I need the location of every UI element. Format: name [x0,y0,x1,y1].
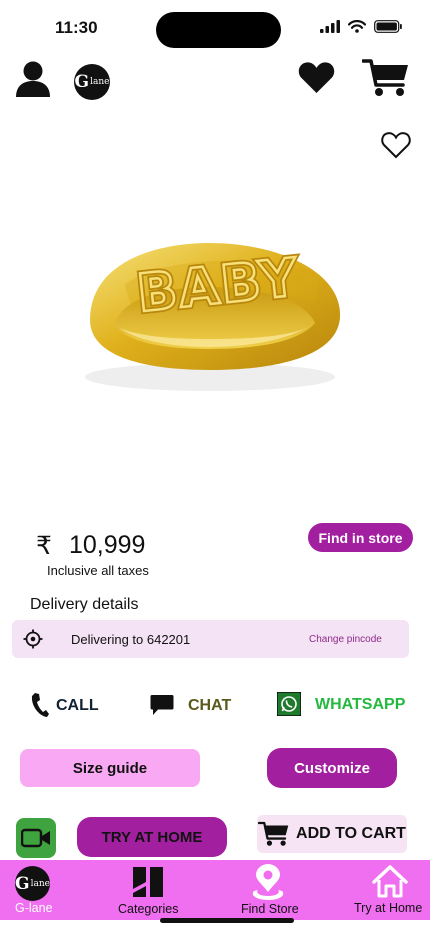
whatsapp-button[interactable]: WHATSAPP [277,692,417,718]
cart-icon [258,821,289,846]
status-icons [320,20,402,33]
call-button[interactable]: CALL [30,690,110,720]
wifi-icon [348,20,366,33]
nav-label-g-lane: G-lane [15,901,53,915]
chat-label: CHAT [188,697,232,714]
nav-item-categories[interactable]: Categories [108,860,193,920]
phone-icon [31,693,49,717]
user-icon [16,61,50,97]
nav-item-g-lane[interactable]: Glane G-lane [0,860,70,920]
add-to-cart-label: ADD TO CART [296,825,406,842]
whatsapp-label: WHATSAPP [315,696,406,713]
size-guide-button[interactable]: Size guide [20,749,200,787]
profile-button[interactable] [15,60,51,103]
whatsapp-icon [277,692,301,716]
brand-logo[interactable]: Glane [74,64,110,100]
signal-icon [320,20,340,33]
add-to-wishlist-button[interactable] [381,131,411,164]
nav-item-find-store[interactable]: Find Store [232,860,312,920]
cart-button[interactable] [361,58,410,103]
add-to-cart-button[interactable]: ADD TO CART [257,815,407,853]
change-pincode-link[interactable]: Change pincode [309,634,382,645]
battery-icon [374,20,402,33]
nav-label-try-at-home: Try at Home [354,901,423,915]
cart-icon [361,59,408,96]
product-image: BABY BABY [85,243,341,391]
chat-icon [150,695,174,715]
dynamic-island [156,12,281,48]
nav-label-categories: Categories [118,902,179,916]
status-time: 11:30 [55,18,98,37]
video-camera-icon [21,828,50,848]
home-indicator [160,918,294,923]
chat-button[interactable]: CHAT [150,692,240,720]
find-in-store-button[interactable]: Find in store [308,523,413,552]
wishlist-button[interactable] [298,61,335,99]
heart-outline-icon [381,132,411,159]
video-call-button[interactable] [16,818,56,858]
bottom-nav: Glane G-lane Categories Find Store Try a… [0,860,430,920]
categories-icon [133,867,163,897]
nav-item-try-at-home[interactable]: Try at Home [350,860,430,920]
delivery-pincode-text: Delivering to 642201 [71,632,191,647]
currency-symbol: ₹ [36,532,52,560]
tax-note: Inclusive all taxes [47,563,149,578]
call-label: CALL [56,697,99,714]
product-price: 10,999 [69,531,146,559]
store-pin-icon [252,864,284,900]
nav-label-find-store: Find Store [241,902,299,916]
home-icon [372,865,408,898]
delivery-title: Delivery details [30,596,139,613]
heart-icon [298,62,335,93]
customize-button[interactable]: Customize [267,748,397,788]
g-lane-logo-icon: Glane [15,866,50,901]
location-target-icon [23,629,43,649]
try-at-home-button[interactable]: TRY AT HOME [77,817,227,857]
